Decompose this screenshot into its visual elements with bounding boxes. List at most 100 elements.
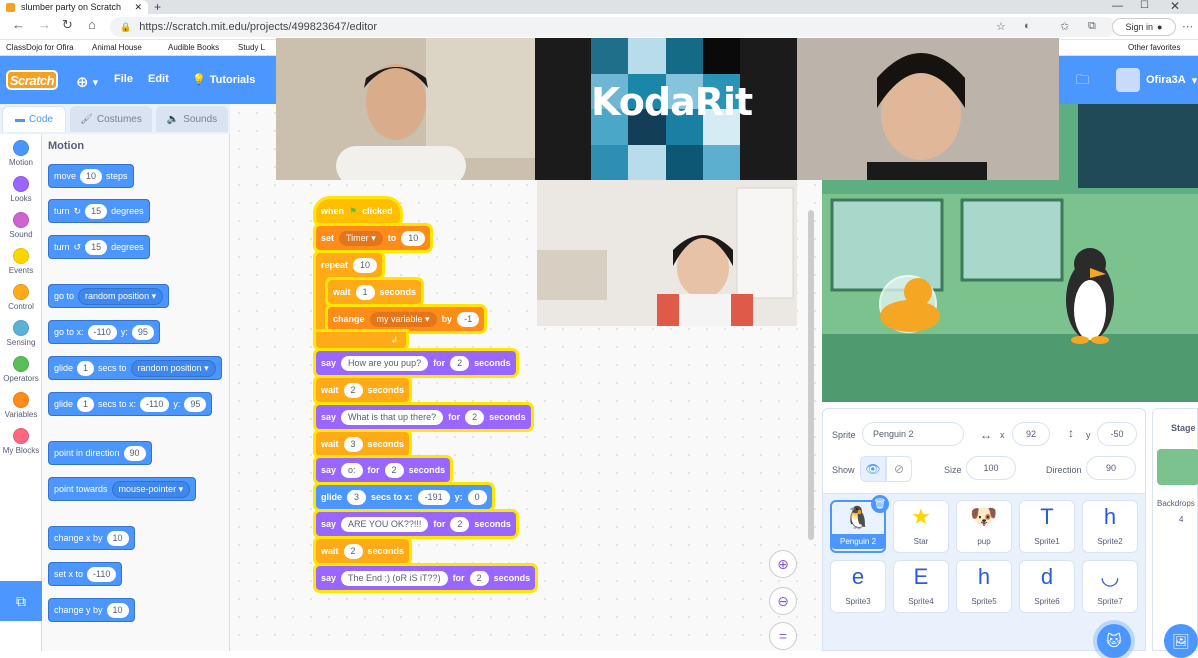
browser-tab[interactable]: slumber party on Scratch ✕ [0,0,148,14]
palette-glide-block[interactable]: glide 1 secs to random position ▾ [48,356,222,380]
y-input[interactable]: 95 [184,396,207,412]
value-input[interactable]: -1 [457,311,480,327]
change-variable-block[interactable]: change my variable ▾ by -1 [328,307,485,331]
address-bar[interactable]: 🔒 https://scratch.mit.edu/projects/49982… [110,17,1116,37]
edit-menu[interactable]: Edit [148,73,169,85]
home-icon[interactable]: ⌂ [88,17,96,32]
degrees-input[interactable]: 15 [85,203,108,219]
towards-dropdown[interactable]: mouse-pointer ▾ [111,480,191,498]
collections-icon[interactable]: ⧉ [1088,20,1096,33]
delete-sprite-button[interactable]: 🗑 [871,495,889,513]
palette-point-direction-block[interactable]: point in direction 90 [48,441,152,465]
sprite-tile-sprite2[interactable]: h Sprite2 [1082,500,1138,553]
maximize-icon[interactable]: ☐ [1140,0,1149,11]
palette-glide-xy-block[interactable]: glide 1 secs to x: -110 y: 95 [48,392,213,416]
say-for-block[interactable]: say ARE YOU OK??!!! for 2 seconds [316,512,516,536]
seconds-input[interactable]: 3 [343,436,363,452]
scratch-logo[interactable]: Scratch [6,70,58,90]
tab-code[interactable]: ▬ Code [2,106,66,132]
show-visible-button[interactable]: 👁 [860,456,886,482]
show-hidden-button[interactable]: ⊘ [886,456,912,482]
sprite-tile-star[interactable]: ★ Star [893,500,949,553]
palette-turn-right-block[interactable]: turn ↻ 15 degrees [48,199,150,223]
sprite-tile-sprite3[interactable]: e Sprite3 [830,560,886,613]
wait-block[interactable]: wait 3 seconds [316,432,410,456]
stage-selector[interactable]: Stage Backdrops 4 [1152,408,1198,651]
category-sensing[interactable]: Sensing [0,320,42,347]
category-events[interactable]: Events [0,248,42,275]
say-for-block[interactable]: say The End :) (oR iS iT??) for 2 seconds [316,566,536,590]
say-for-block[interactable]: say What is that up there? for 2 seconds [316,405,531,429]
category-looks[interactable]: Looks [0,176,42,203]
palette-gotoxy-block[interactable]: go to x: -110 y: 95 [48,320,160,344]
set-variable-block[interactable]: set Timer ▾ to 10 [316,226,431,250]
y-input[interactable]: 10 [106,602,129,618]
bookmark-2[interactable]: Animal House [92,43,142,52]
x-input[interactable]: -191 [417,489,450,505]
x-input[interactable]: 10 [106,530,129,546]
back-icon[interactable]: ← [12,17,25,32]
my-stuff-folder-icon[interactable]: 🗀 [1076,71,1096,87]
close-window-icon[interactable]: ✕ [1170,0,1180,13]
category-my-blocks[interactable]: My Blocks [0,428,42,455]
glide-to-xy-block[interactable]: glide 3 secs to x: -191 y: 0 [316,485,492,509]
zoom-reset-button[interactable]: = [769,622,797,650]
size-field[interactable]: 100 [966,456,1016,480]
palette-move-block[interactable]: move 10 steps [48,164,134,188]
sprite-tile-sprite4[interactable]: E Sprite4 [893,560,949,613]
forward-icon[interactable]: → [38,17,51,32]
bookmark-other[interactable]: Other favorites [1128,43,1180,52]
category-variables[interactable]: Variables [0,392,42,419]
wait-block[interactable]: wait 1 seconds [328,280,422,304]
x-input[interactable]: -110 [140,396,170,412]
close-tab-icon[interactable]: ✕ [134,2,142,13]
y-input[interactable]: 95 [131,324,154,340]
y-field[interactable]: -50 [1097,422,1137,446]
palette-set-x-block[interactable]: set x to -110 [48,562,123,586]
minimize-icon[interactable]: — [1112,0,1123,12]
direction-field[interactable]: 90 [1086,456,1136,480]
wait-block[interactable]: wait 2 seconds [316,539,410,563]
repeat-block[interactable]: repeat 10 [316,253,383,277]
message-input[interactable]: ARE YOU OK??!!! [341,516,429,532]
add-extension-button[interactable]: ⧉ [0,581,42,621]
variable-dropdown[interactable]: Timer ▾ [339,230,383,246]
seconds-input[interactable]: 2 [343,382,363,398]
reload-icon[interactable]: ↻ [62,17,73,33]
repeat-count-input[interactable]: 10 [353,257,378,273]
x-input[interactable]: -110 [87,324,117,340]
category-sound[interactable]: Sound [0,212,42,239]
palette-change-x-block[interactable]: change x by 10 [48,526,135,550]
category-control[interactable]: Control [0,284,42,311]
more-icon[interactable]: ⋯ [1182,20,1193,33]
seconds-input[interactable]: 1 [355,284,375,300]
bookmark-1[interactable]: ClassDojo for Ofira [6,43,74,52]
language-menu[interactable]: ⊕ ▾ [76,73,98,91]
tab-sounds[interactable]: 🔈 Sounds [156,106,228,132]
when-flag-clicked-block[interactable]: when ⚑ clicked [316,199,400,223]
seconds-input[interactable]: 2 [384,462,404,478]
degrees-input[interactable]: 15 [85,239,108,255]
bookmark-4[interactable]: Study L [238,43,265,52]
wait-block[interactable]: wait 2 seconds [316,378,410,402]
tutorials-menu[interactable]: 💡 Tutorials [192,73,255,87]
target-dropdown[interactable]: random position ▾ [130,359,216,377]
value-input[interactable]: 10 [401,230,426,246]
category-operators[interactable]: Operators [0,356,42,383]
message-input[interactable]: What is that up there? [341,409,444,425]
seconds-input[interactable]: 2 [469,570,489,586]
palette-change-y-block[interactable]: change y by 10 [48,598,135,622]
say-for-block[interactable]: say o: for 2 seconds [316,458,451,482]
message-input[interactable]: How are you pup? [341,355,429,371]
workspace-scrollbar[interactable] [808,210,814,540]
secs-input[interactable]: 1 [77,396,95,412]
variable-dropdown[interactable]: my variable ▾ [369,311,437,327]
direction-input[interactable]: 90 [123,445,146,461]
x-input[interactable]: -110 [87,566,117,582]
bookmark-3[interactable]: Audible Books [168,43,219,52]
extension-icon[interactable]: ◐ [1024,20,1031,32]
palette-goto-block[interactable]: go to random position ▾ [48,284,170,308]
sprite-tile-sprite6[interactable]: d Sprite6 [1019,560,1075,613]
choose-backdrop-button[interactable]: 🖼 [1164,624,1198,658]
zoom-out-button[interactable]: ⊖ [769,587,797,615]
